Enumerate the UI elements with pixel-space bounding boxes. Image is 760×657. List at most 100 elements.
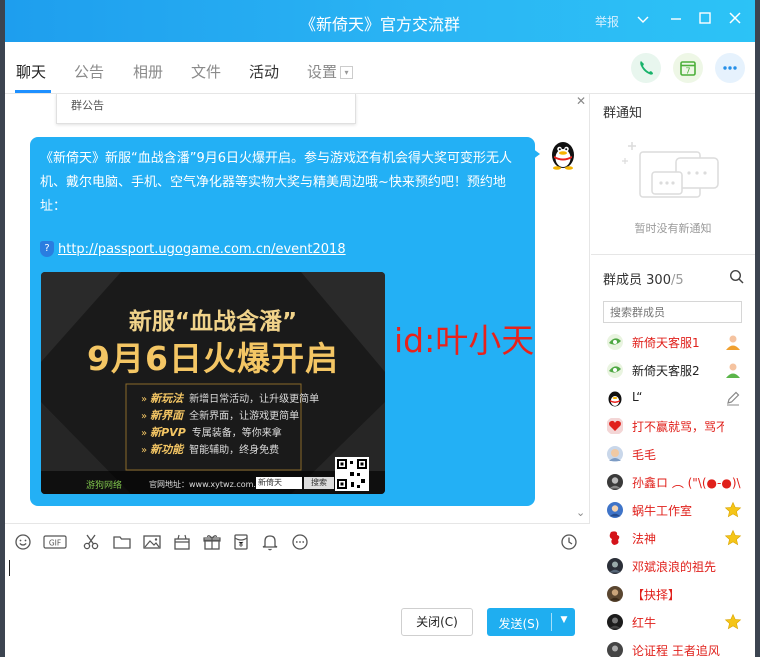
send-button[interactable]: 发送(S) ▼ [487, 608, 575, 636]
watermark-text: id:叶小天 [394, 321, 535, 360]
promo-feature: 新功能智能辅助，终身免费 [141, 441, 279, 457]
member-name: 法神 [632, 532, 657, 546]
member-item[interactable]: 新倚天客服2 [603, 359, 749, 381]
search-icon[interactable] [729, 269, 745, 285]
gift-box-icon[interactable] [172, 532, 192, 552]
penguin-avatar-icon [608, 391, 622, 407]
member-item[interactable]: 论证程 王者追风 [603, 639, 749, 657]
screenshot-scissors-icon[interactable] [81, 532, 101, 552]
promo-headline-2: 9月6日火爆开启 [87, 339, 339, 378]
close-icon[interactable] [724, 10, 746, 32]
member-search-input[interactable] [603, 301, 742, 323]
tab-announcement[interactable]: 公告 [74, 61, 104, 82]
member-item[interactable]: 孙鑫ロ ︵ ("\(●-●)\ [603, 471, 749, 493]
tab-settings[interactable]: 设置 ▾ [307, 61, 354, 82]
members-total: /5 [670, 273, 684, 288]
report-button[interactable]: 举报 [595, 13, 619, 30]
gif-icon[interactable]: GIF [43, 532, 67, 552]
qr-code-icon [335, 457, 369, 491]
more-dots-icon [723, 66, 737, 70]
tab-settings-label: 设置 [307, 63, 338, 81]
chat-window: 《新倚天》官方交流群 举报 聊天 公告 相册 文件 活动 设置 ▾ 7 群公告 … [5, 0, 755, 657]
penguin-avatar-icon[interactable] [548, 138, 578, 170]
calendar-icon: 7 [680, 61, 696, 76]
tab-album[interactable]: 相册 [133, 61, 163, 82]
member-name: 打不赢就骂，骂不赢 [632, 420, 724, 434]
send-options-chevron-icon[interactable]: ▼ [553, 615, 575, 625]
bell-icon[interactable] [260, 532, 280, 552]
member-item[interactable]: L“ [603, 387, 749, 409]
message-input[interactable]: 关闭(C) 发送(S) ▼ [5, 557, 590, 657]
message-text: 《新倚天》新服“血战含潘”9月6日火爆开启。参与游戏还有机会得大奖可变形无人机、… [40, 151, 513, 214]
member-item[interactable]: 邓斌浪浪的祖先 [603, 555, 749, 577]
star-icon [724, 501, 742, 518]
more-apps-button[interactable] [715, 53, 745, 83]
gift-icon[interactable] [202, 532, 222, 552]
notice-empty-text: 暂时没有新通知 [634, 222, 712, 235]
event-link[interactable]: http://passport.ugogame.com.cn/event2018 [58, 242, 346, 257]
star-icon [724, 529, 742, 546]
member-name: L“ [632, 390, 643, 404]
promo-feature: 新PVP专属装备，等你来拿 [141, 424, 282, 440]
member-avatar-icon [607, 502, 623, 518]
group-notice-card[interactable]: 群公告 [56, 94, 356, 124]
folder-icon[interactable] [112, 532, 132, 552]
member-name: 孙鑫ロ ︵ ("\(●-●)\ [632, 476, 741, 490]
member-name: 新倚天客服2 [632, 364, 700, 378]
sidebar-divider [591, 254, 755, 255]
title-bar: 《新倚天》官方交流群 举报 [5, 0, 755, 42]
promo-feature: 新界面全新界面，让游戏更简单 [141, 407, 299, 423]
member-name: 邓斌浪浪的祖先 [632, 560, 717, 574]
promo-search-button: 搜索 [304, 477, 334, 489]
chevron-down-icon[interactable] [632, 10, 654, 32]
security-shield-icon: ? [40, 241, 54, 257]
maximize-icon[interactable] [694, 10, 716, 32]
svg-text:GIF: GIF [49, 539, 61, 548]
member-item[interactable]: 法神 [603, 527, 749, 549]
member-item[interactable]: 新倚天客服1 [603, 331, 749, 353]
promo-site: 官网地址：www.xytwz.com.cn [149, 480, 266, 489]
member-avatar-icon [607, 530, 623, 546]
member-name: 新倚天客服1 [632, 336, 700, 350]
scroll-down-icon[interactable]: ⌄ [576, 506, 585, 519]
more-icon[interactable] [290, 532, 310, 552]
message-link-row: ? http://passport.ugogame.com.cn/event201… [40, 241, 346, 257]
promo-image[interactable]: 新服“血战含潘” 9月6日火爆开启 新玩法新增日常活动，让升级更简单 新界面全新… [41, 272, 385, 494]
promo-search-box: 新倚天 [256, 477, 302, 489]
group-notice-title: 群通知 [603, 106, 643, 121]
voice-call-button[interactable] [631, 53, 661, 83]
chat-message-area[interactable]: 群公告 ✕ 《新倚天》新服“血战含潘”9月6日火爆开启。参与游戏还有机会得大奖可… [5, 94, 590, 523]
history-clock-icon[interactable] [559, 532, 579, 552]
tab-chat[interactable]: 聊天 [16, 61, 46, 82]
chevron-down-icon: ▾ [340, 66, 354, 79]
member-avatar-icon [607, 418, 623, 434]
phone-icon [640, 61, 653, 75]
promo-brand: 游狗网络 [86, 481, 123, 491]
tab-files[interactable]: 文件 [191, 61, 221, 82]
member-item[interactable]: 【抉择】 [603, 583, 749, 605]
member-item[interactable]: 打不赢就骂，骂不赢 [603, 415, 749, 437]
send-button-label: 发送(S) [498, 617, 540, 631]
star-icon [724, 613, 742, 630]
red-packet-icon[interactable] [231, 532, 251, 552]
message-toolbar: GIF [5, 523, 590, 557]
calendar-button[interactable]: 7 [673, 53, 703, 83]
member-item[interactable]: 红牛 [603, 611, 749, 633]
member-name: 毛毛 [632, 448, 657, 462]
member-avatar-icon [607, 334, 623, 350]
promo-headline-1: 新服“血战含潘” [128, 309, 298, 335]
minimize-icon[interactable] [665, 10, 687, 32]
close-button[interactable]: 关闭(C) [401, 608, 473, 636]
image-icon[interactable] [142, 532, 162, 552]
emoji-icon[interactable] [13, 532, 33, 552]
member-item[interactable]: 毛毛 [603, 443, 749, 465]
member-name: 论证程 王者追风 [632, 644, 720, 657]
close-notice-icon[interactable]: ✕ [576, 94, 586, 108]
members-title: 群成员 300/5 [603, 273, 684, 288]
member-item[interactable]: 蜗牛工作室 [603, 499, 749, 521]
tab-activity[interactable]: 活动 [249, 61, 279, 82]
edit-pen-icon[interactable] [724, 389, 742, 407]
text-caret [9, 560, 10, 576]
member-avatar-icon [607, 446, 623, 462]
member-avatar-icon [607, 614, 623, 630]
